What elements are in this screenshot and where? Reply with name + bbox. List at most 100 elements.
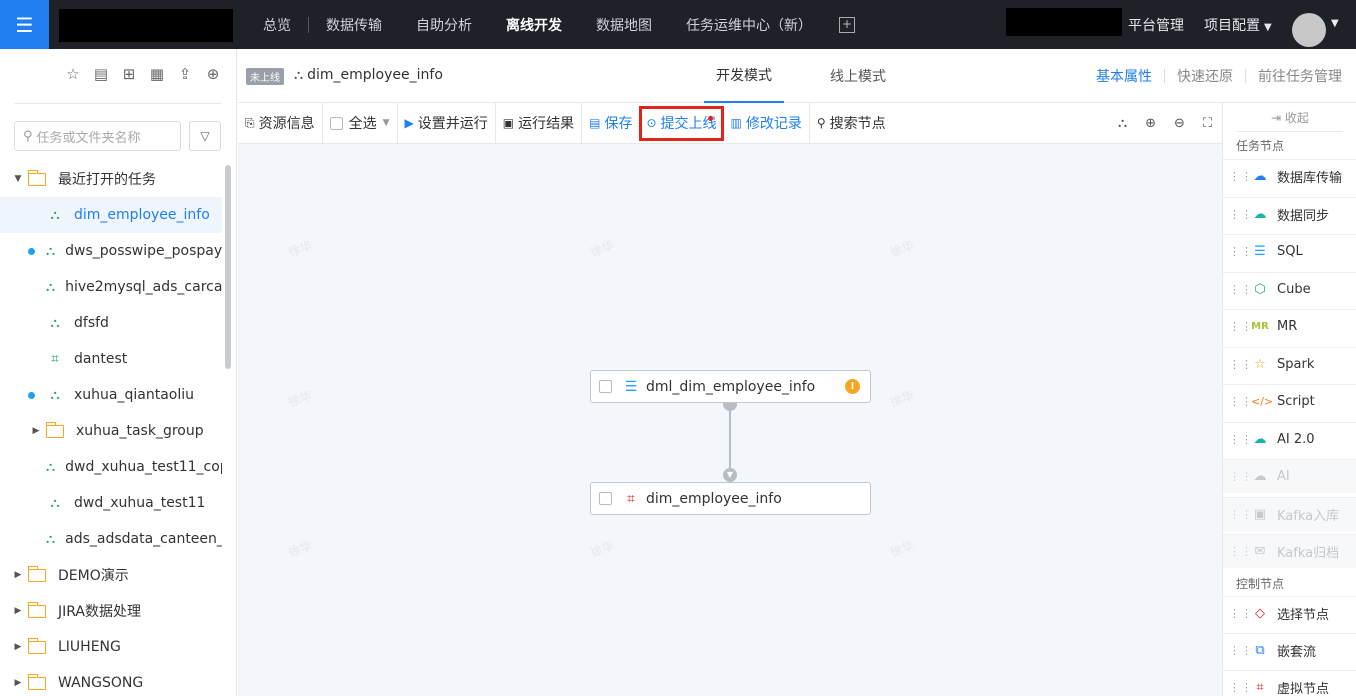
go-task-management-link[interactable]: 前往任务管理 [1258,66,1342,86]
palette-item-data-sync[interactable]: ⋮⋮ ☁ 数据同步 [1223,197,1356,231]
tree-subfolder[interactable]: ▶ xuhua_task_group [0,413,222,449]
project-config-menu[interactable]: 项目配置 ▼ [1204,15,1272,35]
palette-item-cube[interactable]: ⋮⋮ ⬡ Cube [1223,272,1356,306]
palette-item-virtual-node[interactable]: ⋮⋮ ⌗ 虚拟节点 [1223,670,1356,696]
node-checkbox[interactable] [599,492,612,505]
save-button[interactable]: ▤ 保存 [582,103,639,144]
palette-item-choice[interactable]: ⋮⋮ ◇ 选择节点 [1223,596,1356,630]
tree-item[interactable]: ⛬ dwd_xuhua_test11_cop [0,449,222,485]
palette-item-db-transfer[interactable]: ⋮⋮ ☁ 数据库传输 [1223,159,1356,193]
input-port[interactable]: ▼ [723,468,737,482]
warning-icon[interactable]: ! [845,379,860,394]
layout-tree-icon[interactable]: ⛬ [1118,116,1127,131]
nav-item-self-analysis[interactable]: 自助分析 [399,0,489,49]
tree-item[interactable]: ⛬ dws_posswipe_pospay [0,233,222,269]
platform-management-link[interactable]: 平台管理 [1128,15,1184,35]
nav-item-overview[interactable]: 总览 [246,0,308,49]
drag-handle-icon[interactable]: ⋮⋮ [1229,645,1252,656]
tree-item[interactable]: ⛬ ads_adsdata_canteen_ [0,521,222,557]
drag-handle-icon[interactable]: ⋮⋮ [1229,171,1252,182]
tree-item[interactable]: ⛬ xuhua_qiantaoliu [0,377,222,413]
upload-icon[interactable]: ⇪ [176,65,194,83]
nav-item-data-map[interactable]: 数据地图 [579,0,669,49]
tree-item[interactable]: ⛬ dfsfd [0,305,222,341]
chevron-down-icon[interactable]: ▼ [1331,18,1339,29]
folder-icon [27,169,46,186]
quick-restore-link[interactable]: 快速还原 [1177,66,1233,86]
layout-icon[interactable]: ▤ [92,65,110,83]
workflow-node-dim[interactable]: ⌗ dim_employee_info [590,482,871,515]
collapse-button[interactable]: ⇥ 收起 [1271,109,1309,126]
chevron-right-icon[interactable]: ▶ [12,642,24,652]
tree-folder[interactable]: ▶ LIUHENG [0,629,222,665]
drag-handle-icon[interactable]: ⋮⋮ [1229,321,1252,332]
menu-icon[interactable]: ☰ [0,0,49,49]
palette-item-mr[interactable]: ⋮⋮ MR MR [1223,309,1356,343]
run-label: 设置并运行 [417,116,488,132]
drag-handle-icon[interactable]: ⋮⋮ [1229,608,1252,619]
basic-properties-link[interactable]: 基本属性 [1096,66,1152,86]
chevron-right-icon[interactable]: ▶ [12,678,24,688]
chevron-right-icon[interactable]: ▶ [30,426,42,436]
tree-folder[interactable]: ▶ WANGSONG [0,665,222,696]
select-all-checkbox[interactable] [329,116,343,130]
nav-item-offline-dev[interactable]: 离线开发 [489,0,579,49]
tree-folder[interactable]: ▶ JIRA数据处理 [0,593,222,629]
run-result-button[interactable]: ▣ 运行结果 [496,103,581,144]
workflow-icon: ⛬ [294,67,304,83]
palette-item-nested-flow[interactable]: ⋮⋮ ⧉ 嵌套流 [1223,633,1356,667]
tree-folder-recent[interactable]: ▼ 最近打开的任务 [0,161,222,197]
node-checkbox[interactable] [599,380,612,393]
tree-icon[interactable]: ⊞ [120,65,138,83]
workflow-node-dml[interactable]: ☰ dml_dim_employee_info ! [590,370,871,403]
add-tab-icon[interactable]: + [839,16,855,33]
sidebar-scrollbar[interactable] [225,165,231,369]
change-history-button[interactable]: ▥ 修改记录 [724,103,809,144]
workflow-icon: ⛬ [46,279,56,295]
search-node-button[interactable]: ⚲ 搜索节点 [810,103,893,144]
resource-info-button[interactable]: ⎘ 资源信息 [238,103,322,144]
palette-item-spark[interactable]: ⋮⋮ ☆ Spark [1223,347,1356,381]
drag-handle-icon[interactable]: ⋮⋮ [1229,209,1252,220]
tree-folder[interactable]: ▶ DEMO演示 [0,557,222,593]
chevron-right-icon[interactable]: ▶ [12,570,24,580]
drag-handle-icon[interactable]: ⋮⋮ [1229,284,1252,295]
tab-online-mode[interactable]: 线上模式 [818,49,898,103]
run-button[interactable]: ▶ 设置并运行 [398,103,495,144]
workflow-canvas[interactable]: 徐华 徐华 徐华 徐华 徐华 徐华 徐华 徐华 徐华 徐华 徐华 ▼ ☰ dml… [238,144,1222,696]
chevron-down-icon[interactable]: ▼ [12,174,24,184]
nav-item-data-transfer[interactable]: 数据传输 [309,0,399,49]
fullscreen-icon[interactable]: ⛶ [1203,116,1212,131]
chevron-right-icon[interactable]: ▶ [12,606,24,616]
drag-handle-icon[interactable]: ⋮⋮ [1229,396,1252,407]
tree-item[interactable]: ⛬ dwd_xuhua_test11 [0,485,222,521]
drag-handle-icon[interactable]: ⋮⋮ [1229,682,1252,693]
avatar[interactable] [1292,13,1326,47]
submit-online-button[interactable]: ⊙ 提交上线 [639,105,724,141]
tree-item[interactable]: ⛬ hive2mysql_ads_carcal [0,269,222,305]
drag-handle-icon[interactable]: ⋮⋮ [1229,359,1252,370]
filter-button[interactable]: ▽ [189,121,221,151]
palette-label: Cube [1277,282,1311,297]
zoom-out-icon[interactable]: ⊖ [1174,116,1185,131]
select-all-dropdown[interactable]: 全选 ▼ [323,103,397,144]
tree-item-dim-employee-info[interactable]: ⛬ dim_employee_info [0,197,222,233]
search-icon: ⚲ [816,116,826,130]
palette-item-script[interactable]: ⋮⋮ </> Script [1223,384,1356,418]
palette-item-sql[interactable]: ⋮⋮ ☰ SQL [1223,234,1356,268]
pin-icon[interactable]: ☆ [64,65,82,83]
kafka-in-icon: ▣ [1253,507,1267,522]
grid-icon[interactable]: ▦ [148,65,166,83]
toolbar: ⎘ 资源信息 全选 ▼ ▶ 设置并运行 ▣ 运行结果 ▤ 保存 ⊙ 提交上线 ▥… [238,102,1222,144]
target-icon[interactable]: ⊕ [204,65,222,83]
zoom-in-icon[interactable]: ⊕ [1145,116,1156,131]
drag-handle-icon[interactable]: ⋮⋮ [1229,434,1252,445]
nav-item-ops-center[interactable]: 任务运维中心（新） [669,0,829,49]
drag-handle-icon[interactable]: ⋮⋮ [1229,246,1252,257]
tree-item[interactable]: ⌗ dantest [0,341,222,377]
tab-dev-mode[interactable]: 开发模式 [704,49,784,103]
palette-item-ai2[interactable]: ⋮⋮ ☁ AI 2.0 [1223,422,1356,456]
divider [1164,69,1165,83]
task-search-input[interactable]: ⚲ 任务或文件夹名称 [14,121,181,151]
folder-icon [45,421,64,438]
